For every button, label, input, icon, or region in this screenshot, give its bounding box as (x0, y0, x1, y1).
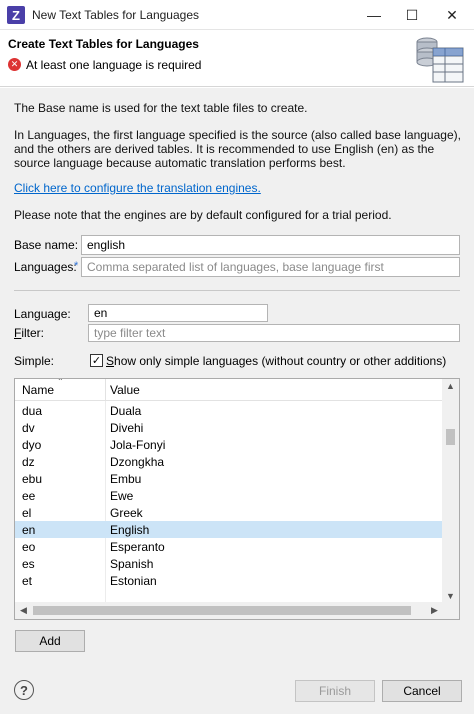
table-row[interactable]: eu Basque (15, 589, 443, 592)
dialog-header: Create Text Tables for Languages ✕ At le… (0, 30, 474, 87)
cell-value: Estonian (110, 574, 157, 588)
intro-paragraph-3: Please note that the engines are by defa… (14, 208, 392, 222)
cell-value: Ewe (110, 489, 134, 503)
error-message: At least one language is required (26, 58, 202, 72)
column-header-name[interactable]: Name (22, 383, 54, 397)
simple-checkbox[interactable]: ✓ (90, 354, 103, 367)
cell-value: Jola-Fonyi (110, 438, 166, 452)
base-name-label: Base name: (14, 238, 79, 252)
intro-paragraph-1: The Base name is used for the text table… (14, 101, 308, 115)
cell-value: Spanish (110, 557, 154, 571)
cell-name: ebu (22, 472, 43, 486)
cell-name: en (22, 523, 36, 537)
cell-name: dua (22, 404, 43, 418)
filter-label: Filter: (14, 326, 45, 340)
cell-value: Greek (110, 506, 143, 520)
base-name-input[interactable]: english (81, 235, 460, 255)
cell-value: Embu (110, 472, 142, 486)
minimize-button[interactable]: — (354, 0, 394, 30)
vertical-scrollbar[interactable]: ▲ ▼ (442, 379, 459, 604)
table-row[interactable]: ee Ewe (15, 487, 443, 504)
vertical-scroll-thumb[interactable] (446, 429, 455, 445)
table-row[interactable]: el Greek (15, 504, 443, 521)
cell-name: el (22, 506, 32, 520)
table-row[interactable]: dv Divehi (15, 419, 443, 436)
simple-label: Simple: (14, 354, 55, 368)
cell-name: et (22, 574, 33, 588)
scrollbar-corner (442, 602, 459, 619)
cell-name: es (22, 557, 35, 571)
dialog-footer: ? Finish Cancel (0, 668, 474, 714)
table-row[interactable]: ebu Embu (15, 470, 443, 487)
table-row[interactable]: dz Dzongkha (15, 453, 443, 470)
horizontal-scroll-thumb[interactable] (33, 606, 411, 615)
language-label: Language: (14, 307, 71, 321)
configure-engines-link[interactable]: Click here to configure the translation … (14, 181, 462, 195)
intro-paragraph-2: In Languages, the first language specifi… (14, 128, 461, 170)
required-marker-icon: * (74, 260, 79, 272)
error-icon: ✕ (8, 58, 21, 71)
cell-value: Dzongkha (110, 455, 165, 469)
table-row[interactable]: dua Duala (15, 402, 443, 419)
table-row[interactable]: en English (15, 521, 443, 538)
sort-ascending-icon: ⌃ (57, 378, 64, 386)
languages-label: Languages: (14, 260, 77, 274)
column-divider[interactable] (105, 379, 106, 401)
cell-name: dv (22, 421, 35, 435)
table-row[interactable]: es Spanish (15, 555, 443, 572)
cell-value: Duala (110, 404, 142, 418)
finish-button[interactable]: Finish (295, 680, 375, 702)
scroll-up-icon[interactable]: ▲ (442, 381, 459, 391)
window-title: New Text Tables for Languages (32, 8, 199, 22)
dialog-content: The Base name is used for the text table… (0, 88, 474, 668)
column-header-value[interactable]: Value (110, 383, 140, 397)
table-row[interactable]: dyo Jola-Fonyi (15, 436, 443, 453)
cell-name: dyo (22, 438, 42, 452)
simple-checkbox-label[interactable]: Show only simple languages (without coun… (106, 354, 446, 368)
dialog-title: Create Text Tables for Languages (8, 37, 199, 51)
table-body: dua Duala dv Divehi dyo Jola-Fonyi dz Dzongkha e… (15, 402, 443, 592)
cell-value: English (110, 523, 150, 537)
maximize-button[interactable]: ☐ (392, 0, 432, 30)
horizontal-scrollbar[interactable]: ◀ ▶ (15, 602, 443, 619)
cell-name: eo (22, 540, 36, 554)
scroll-left-icon[interactable]: ◀ (15, 605, 32, 616)
languages-table[interactable]: Name ⌃ Value dua Duala dv Divehi dyo Jola-Fon… (14, 378, 460, 620)
scroll-down-icon[interactable]: ▼ (442, 591, 459, 601)
table-header: Name ⌃ Value (15, 379, 443, 401)
table-row[interactable]: eo Esperanto (15, 538, 443, 555)
cell-value: Divehi (110, 421, 144, 435)
cell-value: Basque (110, 591, 151, 592)
app-logo-icon: Z (7, 6, 25, 24)
cell-name: ee (22, 489, 36, 503)
cell-name: dz (22, 455, 35, 469)
window-titlebar: Z New Text Tables for Languages — ☐ ✕ (0, 0, 474, 30)
help-icon[interactable]: ? (14, 680, 34, 700)
cancel-button[interactable]: Cancel (382, 680, 462, 702)
cell-value: Esperanto (110, 540, 165, 554)
languages-input[interactable]: Comma separated list of languages, base … (81, 257, 460, 277)
close-button[interactable]: ✕ (432, 0, 472, 30)
separator (14, 290, 460, 291)
cell-name: eu (22, 591, 35, 592)
scroll-right-icon[interactable]: ▶ (426, 605, 443, 616)
add-button[interactable]: Add (15, 630, 85, 652)
database-table-icon (416, 37, 464, 83)
language-input[interactable]: en (88, 304, 268, 322)
filter-input[interactable]: type filter text (88, 324, 460, 342)
table-row[interactable]: et Estonian (15, 572, 443, 589)
